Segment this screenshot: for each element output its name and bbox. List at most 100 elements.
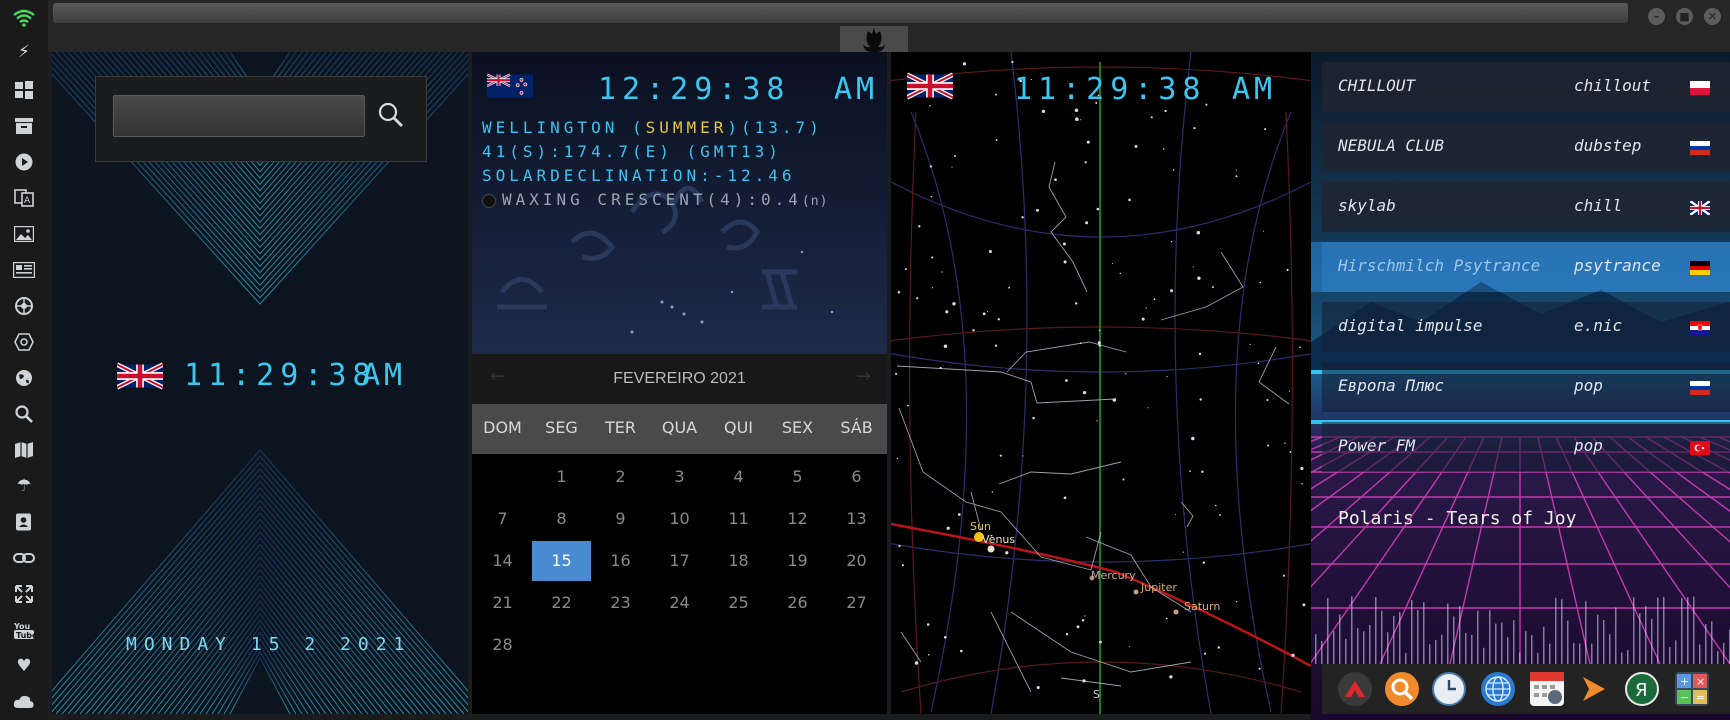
star bbox=[914, 661, 919, 665]
rebel-icon[interactable] bbox=[12, 294, 36, 318]
clock-app-icon[interactable] bbox=[1432, 672, 1466, 706]
heart-icon[interactable]: ♥ bbox=[12, 654, 36, 678]
umbrella-icon[interactable]: ☂ bbox=[12, 474, 36, 498]
star bbox=[1097, 341, 1101, 345]
calendar-day[interactable]: 27 bbox=[827, 583, 886, 623]
next-month-button[interactable]: → bbox=[856, 366, 871, 387]
star bbox=[1076, 625, 1080, 629]
minimize-button[interactable]: – bbox=[1648, 8, 1665, 25]
calendar-day[interactable]: 17 bbox=[650, 541, 709, 581]
star bbox=[986, 311, 989, 313]
news-icon[interactable] bbox=[12, 258, 36, 282]
contacts-icon[interactable] bbox=[12, 510, 36, 534]
close-button[interactable]: ✕ bbox=[1704, 8, 1721, 25]
station-name: Hirschmilch Psytrance bbox=[1338, 256, 1541, 275]
calculator-icon[interactable]: + × − = bbox=[1675, 672, 1709, 706]
calendar-day[interactable]: 1 bbox=[532, 457, 591, 497]
station-name: skylab bbox=[1338, 196, 1396, 215]
poland-flag-icon bbox=[1690, 80, 1710, 95]
calendar-day[interactable]: 26 bbox=[768, 583, 827, 623]
calendar-app-icon[interactable] bbox=[1530, 672, 1564, 706]
star bbox=[1125, 373, 1127, 375]
station-genre: pop bbox=[1574, 436, 1603, 455]
star bbox=[1264, 128, 1267, 131]
image-icon[interactable] bbox=[12, 222, 36, 246]
station-name: digital impulse bbox=[1338, 316, 1483, 335]
calendar-day[interactable]: 21 bbox=[473, 583, 532, 623]
star bbox=[1249, 343, 1251, 346]
star bbox=[1036, 208, 1039, 212]
calendar-day[interactable]: 5 bbox=[768, 457, 827, 497]
calendar-day[interactable]: 20 bbox=[827, 541, 886, 581]
globe-app-icon[interactable] bbox=[1481, 672, 1515, 706]
star bbox=[962, 62, 967, 66]
star bbox=[927, 653, 930, 656]
search-orange-icon[interactable] bbox=[1385, 672, 1419, 706]
calendar-day[interactable]: 23 bbox=[591, 583, 650, 623]
arrow-app-icon[interactable] bbox=[1577, 672, 1611, 706]
translate-icon[interactable]: A bbox=[12, 186, 36, 210]
star bbox=[957, 513, 961, 516]
calendar-day[interactable]: 3 bbox=[650, 457, 709, 497]
star bbox=[1080, 119, 1082, 121]
archive-icon[interactable] bbox=[12, 114, 36, 138]
maximize-icon: ■ bbox=[1679, 10, 1690, 23]
calendar-day-selected[interactable]: 15 bbox=[532, 541, 591, 581]
calendar-day[interactable]: 7 bbox=[473, 499, 532, 539]
calendar-day[interactable]: 14 bbox=[473, 541, 532, 581]
planet-label-mercury: Mercury bbox=[1091, 569, 1136, 582]
play-icon[interactable] bbox=[12, 150, 36, 174]
calendar-day[interactable]: 16 bbox=[591, 541, 650, 581]
nodes-icon[interactable] bbox=[12, 330, 36, 354]
uk-flag-icon bbox=[1689, 199, 1711, 217]
wellington-time: 12:29:38 bbox=[598, 72, 791, 107]
calendar-day[interactable]: 28 bbox=[473, 625, 532, 665]
star bbox=[931, 287, 934, 289]
weekday-name: SEG bbox=[545, 418, 578, 437]
calendar-day[interactable]: 11 bbox=[709, 499, 768, 539]
calendar-day[interactable]: 6 bbox=[827, 457, 886, 497]
map-icon[interactable] bbox=[12, 438, 36, 462]
star bbox=[1182, 551, 1184, 553]
calendar-day[interactable]: 2 bbox=[591, 457, 650, 497]
wifi-icon[interactable] bbox=[12, 6, 36, 30]
star bbox=[1085, 221, 1089, 225]
expand-icon[interactable] bbox=[12, 582, 36, 606]
maximize-button[interactable]: ■ bbox=[1676, 8, 1693, 25]
star bbox=[972, 329, 975, 332]
planet-label-sun: Sun bbox=[970, 520, 991, 533]
star bbox=[1204, 652, 1207, 655]
calendar-day[interactable]: 10 bbox=[650, 499, 709, 539]
yandex-icon[interactable]: Я bbox=[1625, 672, 1659, 706]
solar-declination: SOLARDECLINATION:-12.46 bbox=[482, 166, 796, 185]
star bbox=[997, 318, 1000, 321]
calendar-day[interactable]: 18 bbox=[709, 541, 768, 581]
search-button[interactable] bbox=[378, 102, 404, 128]
lightning-icon[interactable]: ⚡ bbox=[12, 40, 36, 64]
calendar-day[interactable]: 22 bbox=[532, 583, 591, 623]
calendar-day[interactable]: 25 bbox=[709, 583, 768, 623]
star bbox=[1282, 574, 1285, 577]
globe-icon[interactable] bbox=[12, 366, 36, 390]
star bbox=[898, 544, 901, 548]
calendar-day[interactable]: 19 bbox=[768, 541, 827, 581]
search-icon[interactable] bbox=[12, 402, 36, 426]
calendar-day[interactable]: 13 bbox=[827, 499, 886, 539]
rebel-logo-tab[interactable] bbox=[840, 26, 908, 54]
star bbox=[1079, 342, 1082, 345]
cloud-icon[interactable] bbox=[12, 690, 36, 714]
star bbox=[1112, 398, 1117, 402]
star bbox=[1164, 109, 1167, 113]
star bbox=[1084, 161, 1087, 164]
title-bar-field[interactable] bbox=[53, 3, 1628, 23]
windows-icon[interactable] bbox=[12, 78, 36, 102]
calendar-day[interactable]: 9 bbox=[591, 499, 650, 539]
calendar-day[interactable]: 24 bbox=[650, 583, 709, 623]
calendar-day[interactable]: 8 bbox=[532, 499, 591, 539]
youtube-icon[interactable]: YouTube bbox=[12, 618, 36, 642]
link-icon[interactable] bbox=[12, 546, 36, 570]
calendar-day[interactable]: 4 bbox=[709, 457, 768, 497]
app-red-icon[interactable] bbox=[1338, 672, 1372, 706]
calendar-day[interactable]: 12 bbox=[768, 499, 827, 539]
search-input[interactable] bbox=[113, 95, 365, 137]
